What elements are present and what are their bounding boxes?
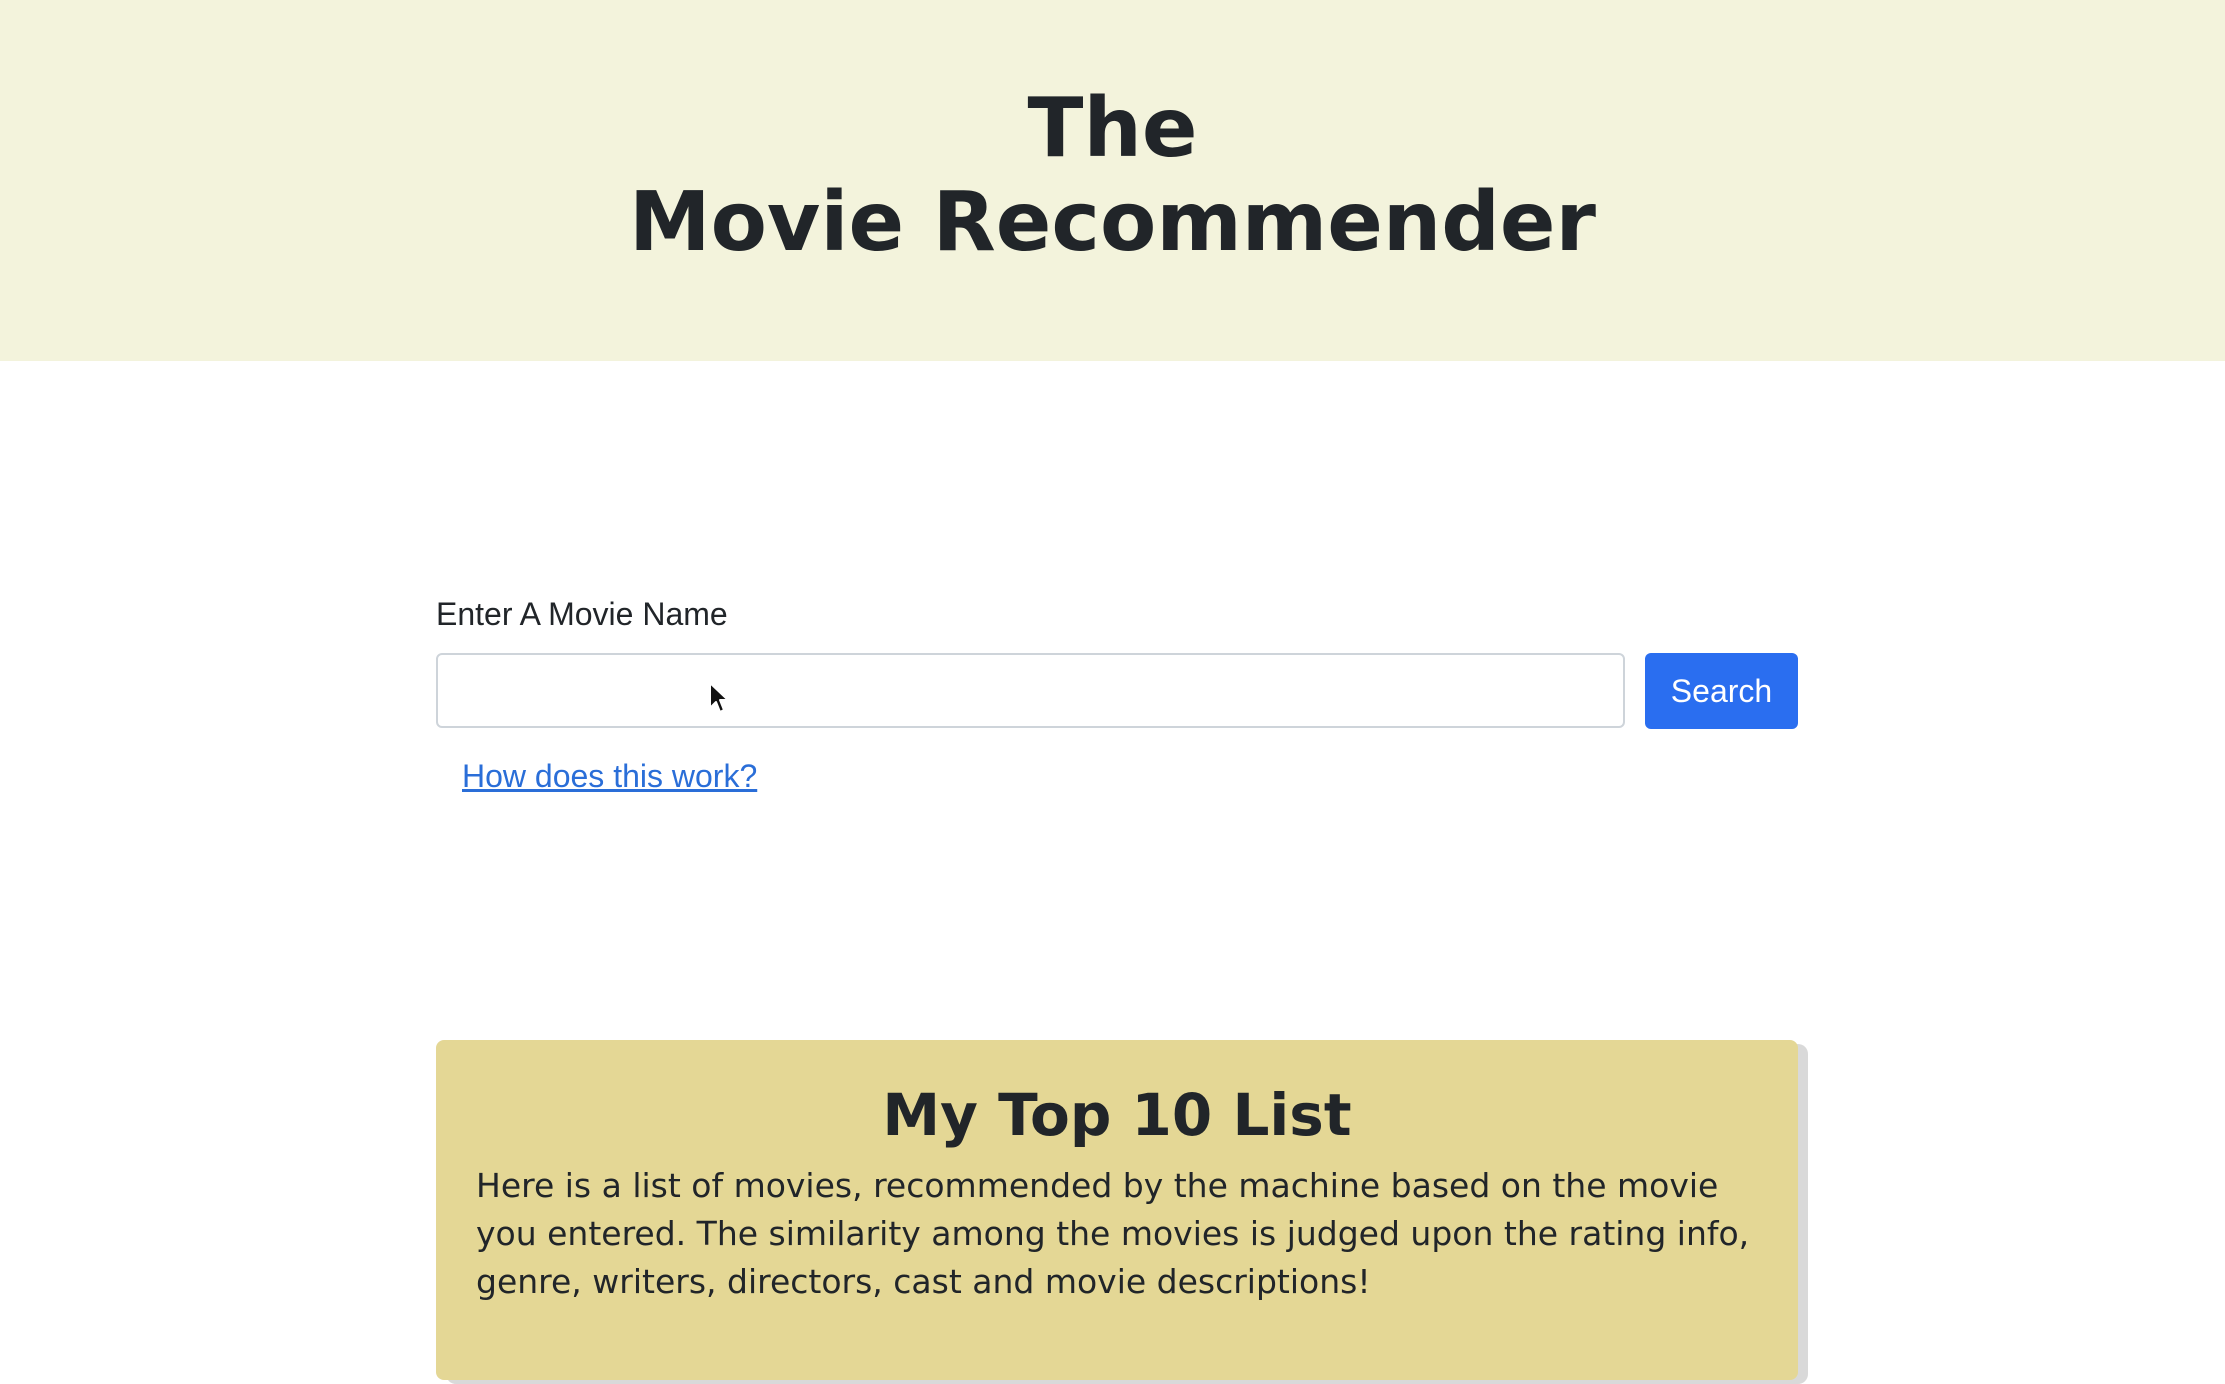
- top-list-description: Here is a list of movies, recommended by…: [476, 1166, 1750, 1301]
- top-list-title: My Top 10 List: [882, 1081, 1352, 1149]
- movie-search-input[interactable]: [436, 653, 1625, 728]
- search-button[interactable]: Search: [1645, 653, 1798, 729]
- movie-name-label: Enter A Movie Name: [436, 596, 728, 632]
- page-title-line-1: The: [1027, 81, 1198, 176]
- page-title-line-2: Movie Recommender: [629, 175, 1596, 270]
- page-header: The Movie Recommender: [0, 0, 2225, 361]
- how-does-this-work-link[interactable]: How does this work?: [462, 756, 757, 796]
- page-title: The Movie Recommender: [0, 82, 2225, 270]
- top-list-card: My Top 10 List Here is a list of movies,…: [436, 1040, 1798, 1380]
- mouse-pointer-icon: [709, 682, 729, 713]
